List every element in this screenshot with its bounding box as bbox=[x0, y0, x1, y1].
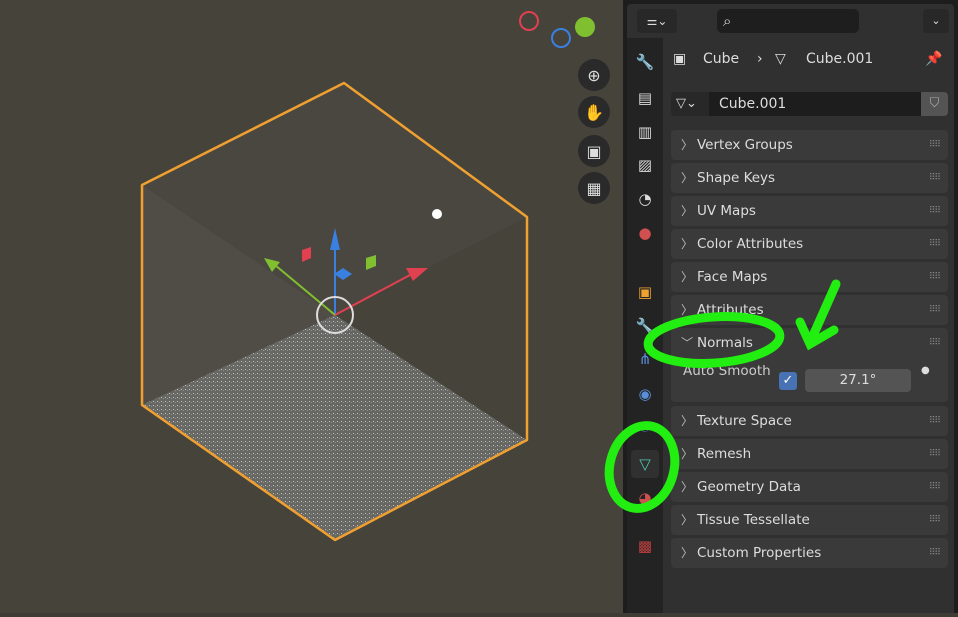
drag-grip-icon[interactable]: ⠿⠿ bbox=[929, 196, 941, 226]
chevron-right-icon: 〉 bbox=[681, 171, 694, 185]
drag-grip-icon[interactable]: ⠿⠿ bbox=[929, 262, 941, 292]
properties-editor: ⚌⌄ ⌕ ⌄ 🔧 ▤ ▥ ▨ ◔ ● ▣ 🔧 ⋔ ◉ ⌾ ▽ ◕ ▩ ▣ Cub… bbox=[623, 0, 958, 613]
drag-grip-icon[interactable]: ⠿⠿ bbox=[929, 295, 941, 325]
panel-shape-keys[interactable]: 〉 Shape Keys ⠿⠿ bbox=[671, 163, 948, 193]
options-dropdown[interactable]: ⌄ bbox=[923, 9, 949, 33]
drag-grip-icon[interactable]: ⠿⠿ bbox=[929, 406, 941, 436]
panel-label: Shape Keys bbox=[697, 170, 776, 186]
drag-grip-icon[interactable]: ⠿⠿ bbox=[929, 328, 941, 358]
camera-icon[interactable]: ▣ bbox=[578, 135, 610, 167]
object-icon: ▣ bbox=[673, 51, 687, 67]
drag-grip-icon[interactable]: ⠿⠿ bbox=[929, 538, 941, 568]
panel-texture-space[interactable]: 〉 Texture Space ⠿⠿ bbox=[671, 406, 948, 436]
constraints-tab[interactable]: ⌾ bbox=[631, 414, 659, 442]
mesh-data-tab[interactable]: ▽ bbox=[631, 450, 659, 478]
panel-label: Geometry Data bbox=[697, 479, 801, 495]
panel-label: Tissue Tessellate bbox=[697, 512, 810, 528]
chevron-down-icon: ﹀ bbox=[681, 336, 694, 350]
hand-pan-icon[interactable]: ✋ bbox=[578, 96, 610, 128]
chevron-right-icon: 〉 bbox=[681, 270, 694, 284]
chevron-right-icon: 〉 bbox=[681, 546, 694, 560]
search-icon: ⌕ bbox=[723, 12, 732, 30]
drag-grip-icon[interactable]: ⠿⠿ bbox=[929, 439, 941, 469]
3d-viewport[interactable]: ⊕ ✋ ▣ ▦ bbox=[0, 0, 623, 613]
view-layer-tab[interactable]: ▨ bbox=[631, 151, 659, 179]
panel-label: Texture Space bbox=[697, 413, 792, 429]
output-tab[interactable]: ▥ bbox=[631, 118, 659, 146]
panel-attributes[interactable]: 〉 Attributes ⠿⠿ bbox=[671, 295, 948, 325]
panel-label: Custom Properties bbox=[697, 545, 822, 561]
scene bbox=[140, 11, 595, 542]
breadcrumb-separator-icon: › bbox=[757, 51, 763, 67]
auto-smooth-checkbox[interactable]: ✓ bbox=[779, 372, 797, 390]
panel-geometry-data[interactable]: 〉 Geometry Data ⠿⠿ bbox=[671, 472, 948, 502]
breadcrumb-mesh: Cube.001 bbox=[806, 51, 874, 67]
panel-tissue-tessellate[interactable]: 〉 Tissue Tessellate ⠿⠿ bbox=[671, 505, 948, 535]
chevron-right-icon: 〉 bbox=[681, 237, 694, 251]
scene-tab[interactable]: ◔ bbox=[631, 185, 659, 213]
panel-label: Color Attributes bbox=[697, 236, 804, 252]
panel-custom-properties[interactable]: 〉 Custom Properties ⠿⠿ bbox=[671, 538, 948, 568]
chevron-right-icon: 〉 bbox=[681, 414, 694, 428]
chevron-right-icon: 〉 bbox=[681, 513, 694, 527]
chevron-right-icon: 〉 bbox=[681, 138, 694, 152]
drag-grip-icon[interactable]: ⠿⠿ bbox=[929, 505, 941, 535]
panel-label: Face Maps bbox=[697, 269, 768, 285]
properties-tabs: 🔧 ▤ ▥ ▨ ◔ ● ▣ 🔧 ⋔ ◉ ⌾ ▽ ◕ ▩ bbox=[627, 38, 663, 613]
properties-content: ▣ Cube › ▽ Cube.001 📌 ▽⌄ Cube.001 ⛉ 〉 Ver… bbox=[663, 38, 954, 613]
chevron-right-icon: 〉 bbox=[681, 447, 694, 461]
browse-mesh-button[interactable]: ▽⌄ bbox=[671, 92, 709, 116]
panel-normals[interactable]: ﹀ Normals ⠿⠿ Auto Smooth ✓ 27.1° ● bbox=[671, 328, 948, 402]
chevron-right-icon: 〉 bbox=[681, 204, 694, 218]
drag-grip-icon[interactable]: ⠿⠿ bbox=[929, 163, 941, 193]
drag-grip-icon[interactable]: ⠿⠿ bbox=[929, 130, 941, 160]
panel-color-attributes[interactable]: 〉 Color Attributes ⠿⠿ bbox=[671, 229, 948, 259]
panel-remesh[interactable]: 〉 Remesh ⠿⠿ bbox=[671, 439, 948, 469]
physics-tab[interactable]: ◉ bbox=[631, 380, 659, 408]
gizmo-x[interactable] bbox=[519, 11, 539, 31]
mesh-name-field[interactable]: Cube.001 bbox=[709, 92, 921, 116]
gizmo-z[interactable] bbox=[551, 28, 571, 48]
search-input[interactable]: ⌕ bbox=[717, 9, 859, 33]
auto-smooth-angle-field[interactable]: 27.1° bbox=[805, 369, 911, 392]
light-dot bbox=[432, 209, 442, 219]
world-tab[interactable]: ● bbox=[631, 219, 659, 247]
chevron-right-icon: 〉 bbox=[681, 480, 694, 494]
texture-tab[interactable]: ▩ bbox=[631, 532, 659, 560]
material-tab[interactable]: ◕ bbox=[631, 484, 659, 512]
object-tab[interactable]: ▣ bbox=[631, 278, 659, 306]
fake-user-shield-icon[interactable]: ⛉ bbox=[921, 92, 948, 116]
tool-tab[interactable]: 🔧 bbox=[631, 48, 659, 76]
editor-type-dropdown[interactable]: ⚌⌄ bbox=[637, 9, 677, 33]
panel-label: UV Maps bbox=[697, 203, 756, 219]
panel-face-maps[interactable]: 〉 Face Maps ⠿⠿ bbox=[671, 262, 948, 292]
auto-smooth-label: Auto Smooth bbox=[683, 363, 771, 379]
breadcrumb-object: Cube bbox=[703, 51, 740, 67]
mesh-icon: ▽ bbox=[775, 51, 786, 67]
panel-vertex-groups[interactable]: 〉 Vertex Groups ⠿⠿ bbox=[671, 130, 948, 160]
modifier-tab[interactable]: 🔧 bbox=[631, 312, 659, 340]
panel-uv-maps[interactable]: 〉 UV Maps ⠿⠿ bbox=[671, 196, 948, 226]
render-tab[interactable]: ▤ bbox=[631, 84, 659, 112]
pin-icon[interactable]: 📌 bbox=[925, 50, 942, 68]
grid-icon[interactable]: ▦ bbox=[578, 172, 610, 204]
panel-label: Vertex Groups bbox=[697, 137, 793, 153]
panel-label: Normals bbox=[697, 335, 753, 351]
keyframe-dot-icon[interactable]: ● bbox=[921, 356, 930, 386]
chevron-right-icon: 〉 bbox=[681, 303, 694, 317]
panel-label: Remesh bbox=[697, 446, 752, 462]
gizmo-y[interactable] bbox=[575, 17, 595, 37]
zoom-icon[interactable]: ⊕ bbox=[578, 59, 610, 91]
panel-label: Attributes bbox=[697, 302, 764, 318]
drag-grip-icon[interactable]: ⠿⠿ bbox=[929, 472, 941, 502]
drag-grip-icon[interactable]: ⠿⠿ bbox=[929, 229, 941, 259]
mesh-datablock-selector: ▽⌄ Cube.001 ⛉ bbox=[671, 92, 948, 116]
properties-header: ⚌⌄ ⌕ ⌄ bbox=[627, 4, 954, 38]
particles-tab[interactable]: ⋔ bbox=[631, 345, 659, 373]
